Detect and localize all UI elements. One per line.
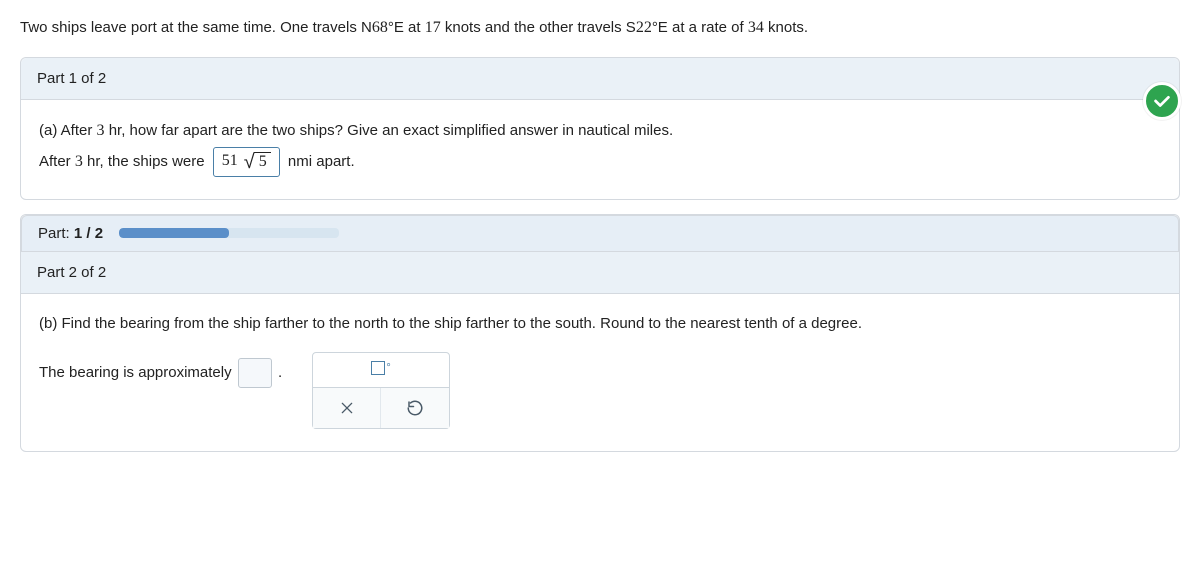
radicand: 5: [254, 152, 271, 171]
part1-panel: Part 1 of 2 (a) After 3 hr, how far apar…: [20, 57, 1180, 200]
toolbox: °: [312, 352, 450, 429]
part1-question: (a) After 3 hr, how far apart are the tw…: [39, 116, 1161, 146]
progress-header: Part: 1 / 2: [21, 215, 1179, 252]
angle1: 68: [372, 19, 388, 36]
part2-panel: Part: 1 / 2 Part 2 of 2 (b) Find the bea…: [20, 214, 1180, 452]
reset-icon: [406, 399, 424, 417]
text: °E at a rate of: [652, 19, 748, 36]
text: hr, how far apart are the two ships? Giv…: [105, 122, 674, 139]
text: After: [39, 153, 75, 170]
text: knots.: [764, 19, 808, 36]
text: (a) After: [39, 122, 97, 139]
progress-track: [119, 228, 339, 238]
text: hr, the ships were: [83, 153, 209, 170]
progress-fill: [119, 228, 229, 238]
answer-int: 51: [222, 146, 238, 176]
degree-tool[interactable]: °: [313, 353, 449, 388]
answer-label: The bearing is approximately: [39, 364, 236, 381]
check-icon: [1151, 90, 1173, 112]
part1-body: (a) After 3 hr, how far apart are the tw…: [21, 100, 1179, 199]
period: .: [278, 364, 282, 381]
clear-button[interactable]: [313, 388, 381, 428]
hours: 3: [75, 153, 83, 170]
problem-statement: Two ships leave port at the same time. O…: [20, 16, 1180, 39]
speed1: 17: [425, 19, 441, 36]
part2-answer-line: The bearing is approximately . °: [39, 352, 1161, 429]
part2-question: (b) Find the bearing from the ship farth…: [39, 310, 1161, 339]
hours: 3: [97, 122, 105, 139]
part1-header: Part 1 of 2: [21, 58, 1179, 100]
part2-body: (b) Find the bearing from the ship farth…: [21, 294, 1179, 451]
correct-badge: [1143, 82, 1181, 120]
reset-button[interactable]: [381, 388, 449, 428]
bearing-input[interactable]: [238, 358, 272, 388]
degree-icon: °: [386, 358, 390, 379]
text: nmi apart.: [288, 153, 355, 170]
part2-header: Part 2 of 2: [21, 252, 1179, 294]
placeholder-box-icon: [371, 361, 385, 375]
text: °E at: [388, 19, 425, 36]
progress-label: Part: 1 / 2: [38, 225, 103, 242]
radical: √ 5: [244, 152, 271, 172]
part1-answer-line: After 3 hr, the ships were 51 √ 5 nmi ap…: [39, 147, 1161, 177]
angle2: 22: [636, 19, 652, 36]
text: knots and the other travels S: [441, 19, 636, 36]
x-icon: [339, 400, 355, 416]
answer-box[interactable]: 51 √ 5: [213, 147, 280, 177]
speed2: 34: [748, 19, 764, 36]
text: Two ships leave port at the same time. O…: [20, 19, 372, 36]
